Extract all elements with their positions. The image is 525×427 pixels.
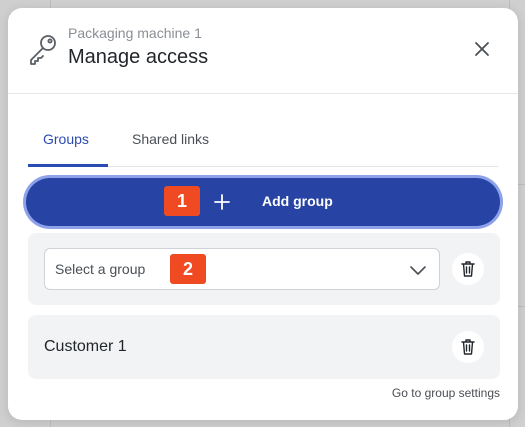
trash-icon [461,261,475,277]
chevron-down-icon [410,266,426,275]
add-group-label: Add group [262,193,333,209]
dialog-subtitle: Packaging machine 1 [68,25,202,41]
group-name: Customer 1 [44,338,127,355]
group-select-card: Select a group [28,233,500,305]
manage-access-dialog: Packaging machine 1 Manage access Groups… [8,8,518,420]
tab-groups[interactable]: Groups [43,131,89,147]
active-tab-indicator [28,164,108,167]
key-icon [30,35,56,65]
group-settings-link[interactable]: Go to group settings [392,386,500,400]
delete-select-button[interactable] [452,253,484,285]
group-select-placeholder: Select a group [55,261,146,277]
tab-bar: Groups Shared links [28,125,498,167]
delete-group-button[interactable] [452,331,484,363]
group-list-item: Customer 1 [28,315,500,379]
plus-icon [214,194,230,210]
annotation-badge-2: 2 [170,254,206,284]
tab-shared-links[interactable]: Shared links [132,131,209,147]
annotation-badge-1: 1 [164,186,200,216]
dialog-header: Packaging machine 1 Manage access [8,8,518,94]
dialog-title: Manage access [68,46,209,68]
close-icon[interactable] [472,39,492,59]
add-group-button[interactable]: Add group [26,178,500,226]
trash-icon [461,339,475,355]
group-select[interactable]: Select a group [44,248,440,290]
